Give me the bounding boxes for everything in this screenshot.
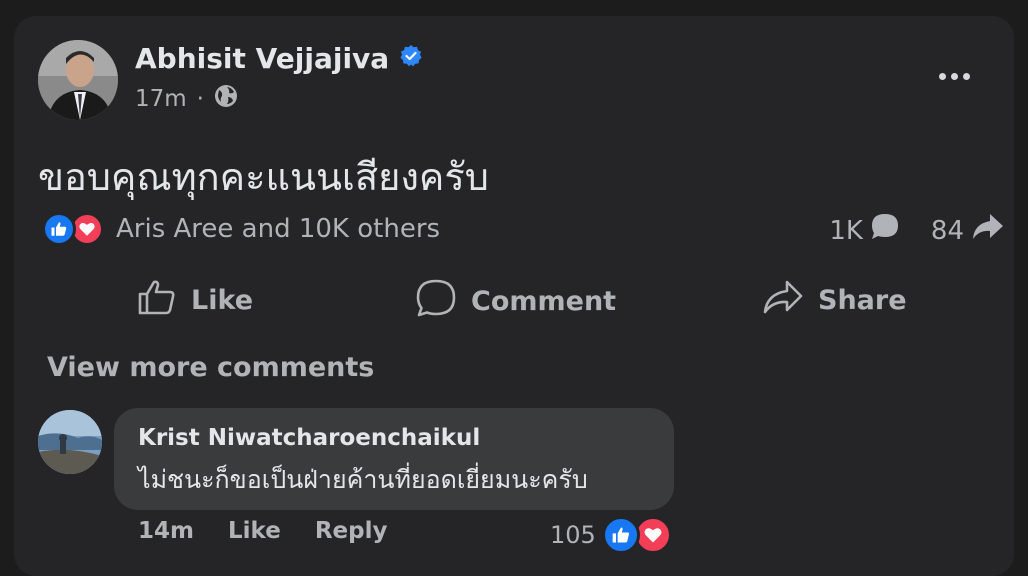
view-more-comments-link[interactable]: View more comments: [47, 352, 374, 383]
comment-reply-button[interactable]: Reply: [315, 518, 388, 544]
author-name[interactable]: Abhisit Vejjajiva: [135, 42, 389, 75]
more-options-icon[interactable]: [934, 62, 974, 90]
like-reaction-icon: [601, 516, 640, 554]
meta-separator: ·: [196, 86, 204, 112]
like-button[interactable]: Like: [137, 278, 253, 323]
share-button[interactable]: Share: [762, 278, 907, 323]
comments-count-value: 1K: [829, 215, 863, 246]
post-action-bar: Like Comment Share: [0, 278, 1000, 318]
comment-time[interactable]: 14m: [138, 518, 194, 544]
comment-count-icon: [869, 212, 901, 249]
post-meta: 17m ·: [135, 84, 238, 114]
comment-actions: 14m Like Reply: [138, 518, 387, 544]
comments-count[interactable]: 1K: [829, 212, 901, 249]
share-label: Share: [818, 285, 907, 316]
like-reaction-icon: [42, 212, 76, 246]
comment-reaction-count: 105: [550, 521, 596, 549]
globe-icon: [214, 84, 238, 114]
reactions-summary[interactable]: Aris Aree and 10K others: [42, 212, 440, 246]
comment-like-button[interactable]: Like: [228, 518, 281, 544]
author-avatar[interactable]: [38, 40, 118, 120]
share-count-icon: [970, 212, 1004, 249]
like-icon: [137, 278, 177, 323]
share-icon: [762, 278, 804, 323]
comment-icon: [415, 278, 457, 325]
author-name-row: Abhisit Vejjajiva: [135, 42, 423, 75]
verified-badge-icon: [399, 42, 423, 75]
comment-reactions[interactable]: 105: [550, 516, 672, 554]
engagement-counts: 1K 84: [829, 212, 1004, 249]
reactions-names: Aris Aree and 10K others: [116, 214, 441, 244]
comment-label: Comment: [471, 286, 617, 317]
shares-count[interactable]: 84: [931, 212, 1004, 249]
post-text: ขอบคุณทุกคะแนนเสียงครับ: [38, 155, 489, 199]
comment-button[interactable]: Comment: [415, 278, 616, 325]
shares-count-value: 84: [930, 215, 964, 246]
comment-text: ไม่ชนะก็ขอเป็นฝ่ายค้านที่ยอดเยี่ยมนะครับ: [138, 465, 588, 494]
post-time[interactable]: 17m: [135, 86, 187, 112]
commenter-avatar[interactable]: [38, 410, 102, 474]
commenter-name[interactable]: Krist Niwatcharoenchaikul: [138, 425, 480, 451]
like-label: Like: [191, 285, 254, 316]
